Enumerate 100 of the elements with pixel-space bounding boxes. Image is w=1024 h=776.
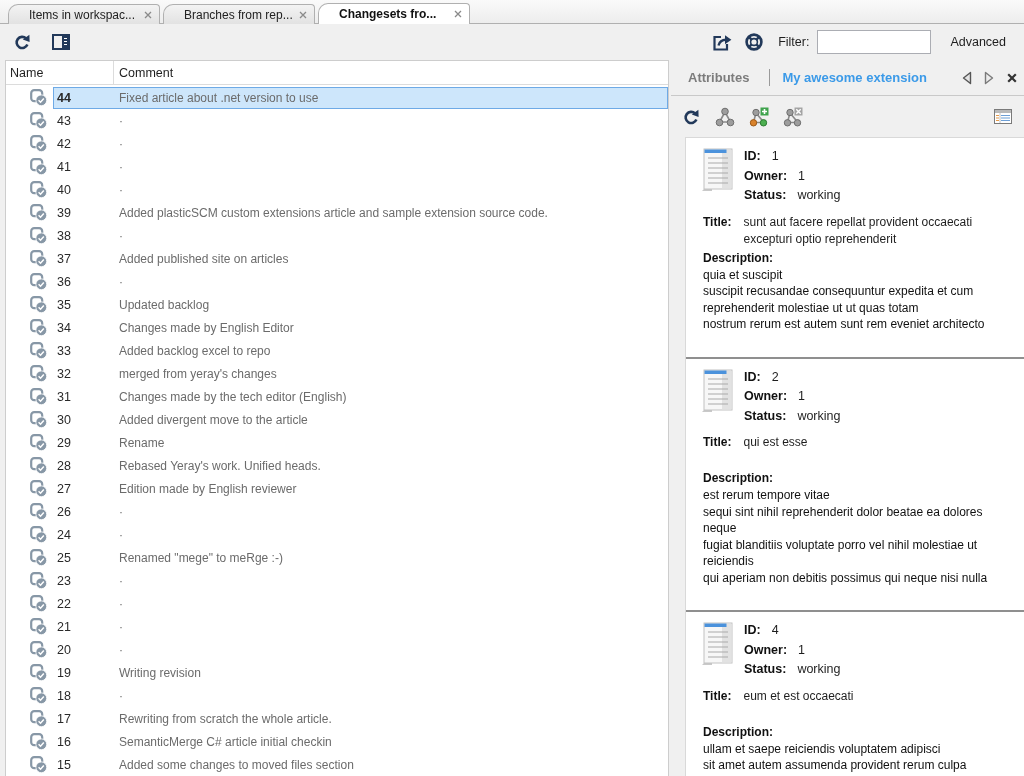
tab[interactable]: Changesets fro...	[318, 3, 470, 24]
left-triangle-icon[interactable]	[962, 70, 972, 85]
changeset-icon	[30, 89, 47, 106]
table-row[interactable]: 24 ·	[53, 523, 668, 546]
table-row[interactable]: 34 Changes made by English Editor	[53, 316, 668, 339]
table-row[interactable]: 33 Added backlog excel to repo	[53, 339, 668, 362]
field-label: Owner:	[744, 388, 788, 405]
field-label: Description:	[703, 723, 774, 741]
table-row[interactable]: 16 SemanticMerge C# article initial checkin	[53, 730, 668, 753]
table-row[interactable]: 36 ·	[53, 270, 668, 293]
changeset-icon	[30, 135, 47, 152]
changeset-icon	[30, 756, 47, 773]
table-cell-text: 16	[57, 734, 72, 749]
changeset-icon	[30, 503, 47, 520]
table-cell: ·	[119, 596, 123, 611]
table-cell: ·	[119, 274, 123, 289]
table-row[interactable]: 20 ·	[53, 638, 668, 661]
table-cell: ·	[119, 228, 123, 243]
table-row[interactable]: 21 ·	[53, 615, 668, 638]
changeset-icon	[30, 664, 47, 681]
changeset-icon	[30, 710, 47, 727]
table-cell-text: 29	[57, 435, 72, 450]
table-cell-text: 21	[57, 619, 72, 634]
column-header[interactable]: Name	[6, 61, 114, 84]
table-row[interactable]: 44 Fixed article about .net version to use	[53, 86, 668, 109]
changeset-icon	[30, 526, 47, 543]
table-cell: SemanticMerge C# article initial checkin	[119, 734, 332, 749]
lifebuoy-icon[interactable]	[745, 33, 764, 51]
column-header[interactable]: Comment	[114, 61, 668, 84]
description-text: ullam et saepe reiciendis voluptatem adipisci sit amet autem assumenda provident rerum culpa	[703, 740, 968, 774]
changeset-icon	[30, 365, 47, 382]
table-row[interactable]: 29 Rename	[53, 431, 668, 454]
table-cell: ·	[119, 182, 123, 197]
table-row[interactable]: 39 Added plasticSCM custom extensions article and sample extension source code.	[53, 201, 668, 224]
table-row[interactable]: 23 ·	[53, 569, 668, 592]
table-row[interactable]: 25 Renamed "mege" to meRge :-)	[53, 546, 668, 569]
table-row[interactable]: 38 ·	[53, 224, 668, 247]
field-label: Status:	[744, 661, 787, 678]
table-cell-text: 19	[57, 665, 72, 680]
table-cell: ·	[119, 159, 123, 174]
refresh-icon[interactable]	[683, 108, 699, 125]
table-cell-text: 22	[57, 596, 72, 611]
field-label: Description:	[703, 470, 774, 487]
table-cell-text: 33	[57, 343, 72, 358]
advanced-button[interactable]: Advanced	[950, 35, 1006, 49]
table-row[interactable]: 26 ·	[53, 500, 668, 523]
table-cell: ·	[119, 688, 123, 703]
field-value: working	[797, 661, 841, 678]
field-label: ID:	[744, 368, 761, 386]
table-row[interactable]: 42 ·	[53, 132, 668, 155]
table-row[interactable]: 43 ·	[53, 109, 668, 132]
filter-field[interactable]	[817, 30, 932, 54]
field-value: working	[797, 407, 841, 425]
changeset-icon	[30, 158, 47, 175]
table-cell-text: 24	[57, 527, 72, 542]
table-row[interactable]: 22 ·	[53, 592, 668, 615]
table-row[interactable]: 35 Updated backlog	[53, 293, 668, 316]
changeset-icon	[30, 319, 47, 336]
table-cell-text: 30	[57, 412, 72, 427]
table-row[interactable]: 19 Writing revision	[53, 661, 668, 684]
table-row[interactable]: 17 Rewriting from scratch the whole article.	[53, 707, 668, 730]
share-icon[interactable]	[712, 33, 733, 51]
table-icon[interactable]	[994, 109, 1012, 124]
node-graph-cross-icon[interactable]	[783, 106, 803, 127]
refresh-icon[interactable]	[14, 34, 30, 50]
table-cell: Added plasticSCM custom extensions article and sample extension source code.	[119, 205, 548, 220]
table-row[interactable]: 28 Rebased Yeray's work. Unified heads.	[53, 454, 668, 477]
field-value: qui est esse	[743, 434, 808, 451]
table-cell: merged from yeray's changes	[119, 366, 277, 381]
table-cell-text: 38	[57, 228, 72, 243]
description-text: quia et suscipit suscipit recusandae consequuntur expedita et cum reprehenderit molestiae ut ut quas totam nostrum rerum est autem sunt rem eveniet architecto	[703, 266, 986, 333]
table-row[interactable]: 40 ·	[53, 178, 668, 201]
node-graph-plus-icon[interactable]	[749, 106, 769, 127]
table-row[interactable]: 15 Added some changes to moved files section	[53, 753, 668, 776]
field-value: 4	[771, 622, 779, 639]
field-value: sunt aut facere repellat provident occaecati excepturi optio reprehenderit	[743, 213, 974, 248]
table-row[interactable]: 18 ·	[53, 684, 668, 707]
changeset-icon	[30, 296, 47, 313]
changeset-icon	[30, 250, 47, 267]
tab[interactable]: Branches from rep...	[163, 4, 315, 24]
table-row[interactable]: 41 ·	[53, 155, 668, 178]
field-label: Description:	[703, 249, 774, 267]
node-graph-icon[interactable]	[715, 106, 735, 127]
table-row[interactable]: 37 Added published site on articles	[53, 247, 668, 270]
table-cell-text: 27	[57, 481, 72, 496]
changeset-icon	[30, 687, 47, 704]
close-icon[interactable]	[1007, 72, 1017, 83]
table-row[interactable]: 31 Changes made by the tech editor (English)	[53, 385, 668, 408]
field-label: Status:	[744, 187, 787, 204]
table-row[interactable]: 27 Edition made by English reviewer	[53, 477, 668, 500]
side-panel-icon[interactable]	[52, 34, 70, 50]
tab[interactable]: Attributes	[688, 70, 750, 85]
tab[interactable]: Items in workspac...	[8, 4, 160, 24]
field-label: Owner:	[744, 167, 788, 185]
table-row[interactable]: 32 merged from yeray's changes	[53, 362, 668, 385]
table-cell: ·	[119, 527, 123, 542]
table-row[interactable]: 30 Added divergent move to the article	[53, 408, 668, 431]
changeset-icon	[30, 457, 47, 474]
table-cell: ·	[119, 642, 123, 657]
right-triangle-icon[interactable]	[984, 70, 994, 85]
